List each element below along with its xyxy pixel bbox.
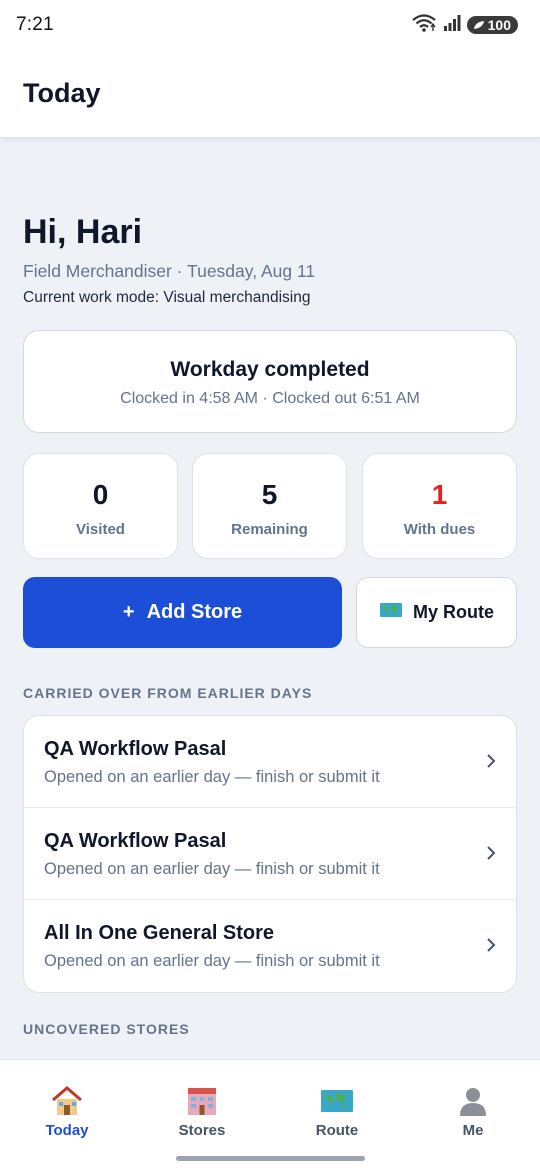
stat-value: 1 <box>431 479 448 510</box>
my-route-button[interactable]: My Route <box>356 577 517 648</box>
chevron-right-icon <box>486 752 496 775</box>
store-name: All In One General Store <box>44 922 275 944</box>
stat-value: 0 <box>92 479 109 510</box>
work-mode: Current work mode: Visual merchandising <box>23 289 311 306</box>
nav-label: Me <box>462 1122 484 1139</box>
chevron-right-icon <box>486 936 496 959</box>
bottom-navigation: Today Stores Route Me <box>0 1059 540 1170</box>
greeting: Hi, Hari <box>23 213 143 251</box>
role-date: Field Merchandiser · Tuesday, Aug 11 <box>23 261 316 281</box>
list-item[interactable]: All In One General Store Opened on an ea… <box>24 900 516 992</box>
home-indicator[interactable] <box>176 1156 365 1161</box>
nav-me[interactable]: Me <box>418 1084 528 1139</box>
nav-today[interactable]: Today <box>12 1084 122 1139</box>
stat-remaining[interactable]: 5 Remaining <box>192 453 347 559</box>
list-item[interactable]: QA Workflow Pasal Opened on an earlier d… <box>24 808 516 900</box>
person-icon <box>418 1084 528 1118</box>
nav-route[interactable]: Route <box>282 1084 392 1139</box>
nav-label: Stores <box>178 1122 226 1139</box>
stat-with-dues[interactable]: 1 With dues <box>362 453 517 559</box>
my-route-label: My Route <box>413 602 494 622</box>
chevron-right-icon <box>486 844 496 867</box>
stat-label: Visited <box>76 521 125 538</box>
status-time: 7:21 <box>16 14 54 35</box>
plus-icon: + <box>122 601 135 623</box>
stat-visited[interactable]: 0 Visited <box>23 453 178 559</box>
battery-indicator: 100 <box>466 16 518 34</box>
store-note: Opened on an earlier day — finish or sub… <box>44 768 380 786</box>
carried-over-list: QA Workflow Pasal Opened on an earlier d… <box>23 715 517 993</box>
stat-label: With dues <box>403 521 476 538</box>
list-item[interactable]: QA Workflow Pasal Opened on an earlier d… <box>24 716 516 808</box>
add-store-button[interactable]: + Add Store <box>23 577 342 648</box>
carried-over-heading: CARRIED OVER FROM EARLIER DAYS <box>23 685 313 701</box>
building-icon <box>147 1084 257 1118</box>
store-note: Opened on an earlier day — finish or sub… <box>44 952 380 970</box>
stat-label: Remaining <box>231 521 308 538</box>
add-store-label: Add Store <box>146 601 243 623</box>
workday-times: Clocked in 4:58 AM · Clocked out 6:51 AM <box>120 390 420 407</box>
status-bar: 7:21 100 <box>0 0 540 50</box>
wifi-icon <box>411 13 437 38</box>
store-name: QA Workflow Pasal <box>44 738 227 760</box>
uncovered-heading: UNCOVERED STORES <box>23 1021 190 1037</box>
battery-level: 100 <box>487 17 511 33</box>
page-title: Today <box>23 78 101 108</box>
workday-status-card: Workday completed Clocked in 4:58 AM · C… <box>23 330 517 433</box>
battery-saver-icon <box>473 17 485 33</box>
nav-stores[interactable]: Stores <box>147 1084 257 1139</box>
nav-label: Today <box>45 1122 89 1139</box>
store-note: Opened on an earlier day — finish or sub… <box>44 860 380 878</box>
status-icons: 100 <box>411 13 518 38</box>
stat-value: 5 <box>261 479 278 510</box>
map-icon <box>379 601 403 624</box>
main-content[interactable]: Hi, Hari Field Merchandiser · Tuesday, A… <box>0 139 540 1059</box>
store-name: QA Workflow Pasal <box>44 830 227 852</box>
signal-icon <box>443 14 461 37</box>
workday-title: Workday completed <box>170 358 370 381</box>
map-icon <box>282 1084 392 1118</box>
nav-label: Route <box>315 1122 359 1139</box>
app-bar: Today <box>0 50 540 138</box>
house-icon <box>12 1084 122 1118</box>
